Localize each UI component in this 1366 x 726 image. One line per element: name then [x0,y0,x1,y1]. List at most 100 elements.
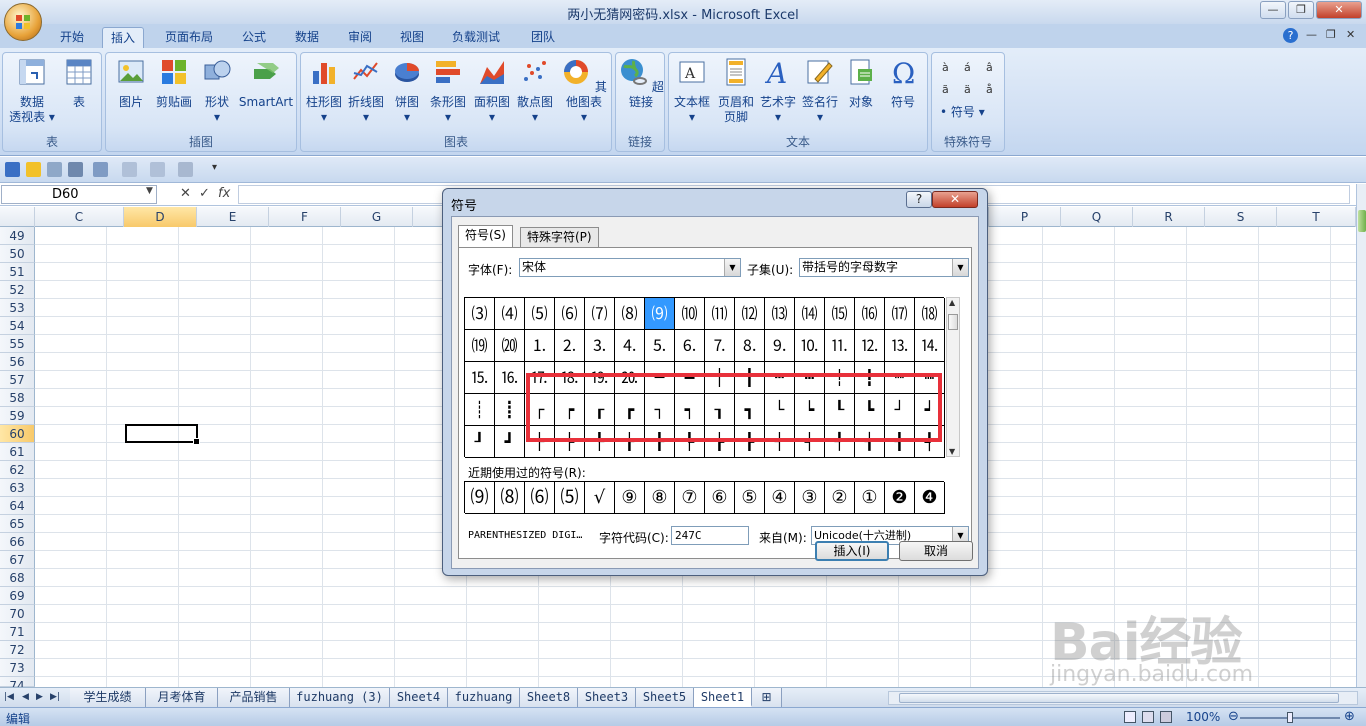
symbol-cell[interactable]: ⒉ [555,330,585,362]
pivot-table-button[interactable]: 数据 透视表 ▾ [7,57,57,125]
recent-symbol-cell[interactable]: ❷ [885,482,915,514]
header-footer-button[interactable]: 页眉和 页脚 [715,57,757,125]
line-chart-button[interactable]: 折线图 ▾ [346,57,386,125]
active-cell[interactable] [125,424,200,445]
tab-insert[interactable]: 插入 [102,27,145,48]
insert-button[interactable]: 插入(I) [815,541,889,561]
save-icon[interactable] [5,162,20,177]
symbol-grid-scroll-thumb[interactable] [948,314,958,330]
symbol-cell[interactable]: ⑽ [675,298,705,330]
zoom-out-icon[interactable]: ⊖ [1228,709,1239,724]
signature-button[interactable]: 签名行 ▾ [799,57,841,125]
recent-symbol-cell[interactable]: ② [825,482,855,514]
symbol-cell[interactable]: ┛ [495,426,525,458]
column-header[interactable]: P [989,207,1061,227]
area-chart-button[interactable]: 面积图 ▾ [471,57,513,125]
vertical-scroll-thumb[interactable] [1358,210,1366,232]
symbol-cell[interactable]: ⒎ [705,330,735,362]
row-header[interactable]: 51 [0,263,35,281]
symbol-cell[interactable]: ⒍ [675,330,705,362]
symbol-cell[interactable]: ⑾ [705,298,735,330]
symbol-cell[interactable]: ⒁ [795,298,825,330]
format-icon[interactable] [93,162,108,177]
symbol-grid-scrollbar[interactable]: ▲ ▼ [946,297,960,457]
recent-symbol-cell[interactable]: ⑹ [525,482,555,514]
bar-chart-button[interactable]: 条形图 ▾ [427,57,469,125]
print-icon[interactable] [68,162,83,177]
help-icon[interactable]: ? [1283,28,1298,43]
symbol-cell[interactable]: ⑷ [495,298,525,330]
row-header[interactable]: 64 [0,497,35,515]
recent-symbol-cell[interactable]: √ [585,482,615,514]
row-header[interactable]: 49 [0,227,35,245]
tab-special-characters[interactable]: 特殊字符(P) [520,227,599,247]
prev-sheet-icon[interactable]: ◀ [22,692,29,702]
sheet-tab[interactable]: fuzhuang (3) [290,688,390,707]
tab-load-test[interactable]: 负载测试 [444,27,508,48]
scroll-down-icon[interactable]: ▼ [949,447,955,456]
horizontal-scrollbar[interactable] [888,691,1358,705]
object-button[interactable]: 对象 [841,57,881,110]
font-select[interactable]: 宋体 ▼ [519,258,741,277]
special-char-4[interactable]: ã [942,83,949,96]
symbol-cell[interactable]: ⑹ [555,298,585,330]
row-header[interactable]: 71 [0,623,35,641]
recent-symbol-cell[interactable]: ⑧ [645,482,675,514]
symbol-cell[interactable]: ⑸ [525,298,555,330]
other-chart-button[interactable]: 其他图表 ▾ [556,57,612,125]
last-sheet-icon[interactable]: ▶| [50,692,60,702]
symbol-cell[interactable]: ⒑ [795,330,825,362]
redo-icon[interactable] [150,162,165,177]
sheet-tab[interactable]: 产品销售 [218,688,290,707]
subset-select[interactable]: 带括号的字母数字 ▼ [799,258,969,277]
row-header[interactable]: 54 [0,317,35,335]
insert-sheet-icon[interactable]: ⊞ [752,688,782,707]
symbol-cell[interactable]: ┊ [465,394,495,426]
tab-data[interactable]: 数据 [287,27,327,48]
row-header[interactable]: 63 [0,479,35,497]
scatter-chart-button[interactable]: 散点图 ▾ [514,57,556,125]
symbol-cell[interactable]: ⒐ [765,330,795,362]
row-header[interactable]: 58 [0,389,35,407]
sheet-tab[interactable]: fuzhuang [448,688,520,707]
symbol-cell[interactable]: ⒊ [585,330,615,362]
open-icon[interactable] [26,162,41,177]
symbol-cell[interactable]: ┋ [495,394,525,426]
symbol-cell[interactable]: ⒇ [495,330,525,362]
symbol-cell[interactable]: ⒆ [465,330,495,362]
row-header[interactable]: 56 [0,353,35,371]
hyperlink-button[interactable]: 超链接 [618,57,664,110]
recent-symbol-cell[interactable]: ❹ [915,482,945,514]
cancel-button[interactable]: 取消 [899,541,973,561]
special-symbol-button[interactable]: • 符号 ▾ [940,103,985,120]
page-layout-view-icon[interactable] [1142,711,1154,723]
symbol-cell[interactable]: ⑶ [465,298,495,330]
symbol-cell[interactable]: ⒄ [885,298,915,330]
symbol-cell[interactable]: ⒃ [855,298,885,330]
symbol-cell-selected[interactable]: ⑼ [645,298,675,330]
row-header[interactable]: 74 [0,677,35,693]
row-header[interactable]: 72 [0,641,35,659]
sheet-tab[interactable]: Sheet3 [578,688,636,707]
tab-page-layout[interactable]: 页面布局 [157,27,221,48]
select-all-corner[interactable] [0,207,35,227]
normal-view-icon[interactable] [1124,711,1136,723]
symbol-cell[interactable]: ⒂ [825,298,855,330]
restore-button[interactable]: ❐ [1288,1,1314,19]
row-header-selected[interactable]: 60 [0,425,35,443]
textbox-button[interactable]: A 文本框 ▾ [671,57,713,125]
symbol-cell[interactable]: ⒅ [915,298,945,330]
column-header[interactable]: E [197,207,269,227]
undo-icon[interactable] [122,162,137,177]
chart-wizard-icon[interactable] [178,162,193,177]
symbol-cell[interactable]: ⑻ [615,298,645,330]
recent-symbol-cell[interactable]: ⑥ [705,482,735,514]
symbol-cell[interactable]: ┚ [465,426,495,458]
close-button[interactable]: ✕ [1316,1,1362,19]
cancel-formula-icon[interactable]: ✕ [180,186,191,201]
sheet-tab[interactable]: 月考体育 [146,688,218,707]
first-sheet-icon[interactable]: |◀ [4,692,14,702]
row-header[interactable]: 55 [0,335,35,353]
recent-symbol-cell[interactable]: ③ [795,482,825,514]
clipart-button[interactable]: 剪贴画 [152,57,196,110]
